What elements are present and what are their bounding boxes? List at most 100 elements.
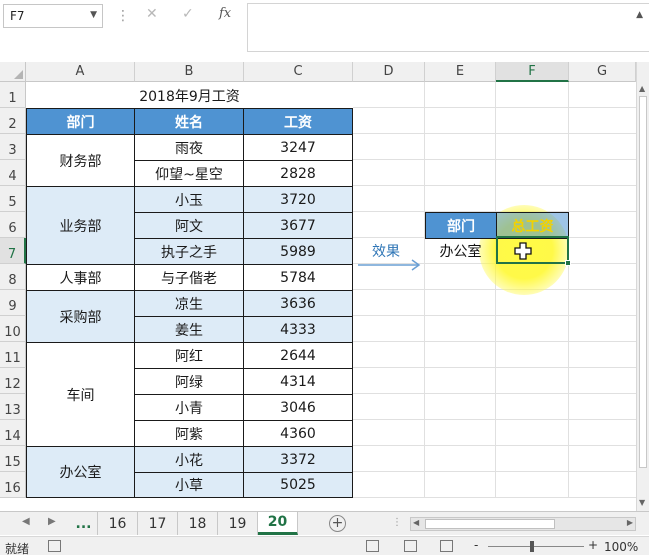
column-header-b[interactable]: B xyxy=(135,62,244,82)
header-salary[interactable]: 工资 xyxy=(243,108,353,135)
dept-cell[interactable]: 车间 xyxy=(26,342,135,447)
name-cell[interactable]: 雨夜 xyxy=(134,134,244,161)
salary-cell[interactable]: 3720 xyxy=(243,186,353,213)
sheet-tab-20[interactable]: 20 xyxy=(258,512,298,535)
sheet-title[interactable]: 2018年9月工资 xyxy=(26,82,353,108)
dept-cell[interactable]: 人事部 xyxy=(26,264,135,291)
row-header-12[interactable]: 12 xyxy=(0,368,26,394)
salary-cell[interactable]: 5025 xyxy=(243,472,353,498)
scroll-right-icon[interactable]: ▶ xyxy=(627,518,633,527)
select-all-corner[interactable] xyxy=(0,62,26,82)
column-header-g[interactable]: G xyxy=(569,62,636,82)
name-cell[interactable]: 与子偕老 xyxy=(134,264,244,291)
page-layout-view-icon[interactable] xyxy=(404,540,417,552)
row-header-4[interactable]: 4 xyxy=(0,160,26,186)
lookup-dept-value[interactable]: 办公室 xyxy=(425,238,496,264)
chevron-down-icon[interactable]: ▼ xyxy=(90,10,97,20)
column-header-f[interactable]: F xyxy=(496,62,569,82)
column-header-c[interactable]: C xyxy=(244,62,353,82)
active-cell-f7[interactable] xyxy=(496,236,569,264)
page-break-view-icon[interactable] xyxy=(440,540,453,552)
fill-handle[interactable] xyxy=(565,260,571,266)
row-header-11[interactable]: 11 xyxy=(0,342,26,368)
salary-cell[interactable]: 4314 xyxy=(243,368,353,395)
horizontal-scrollbar[interactable]: ◀ ▶ xyxy=(410,517,636,531)
salary-cell[interactable]: 5989 xyxy=(243,238,353,265)
sheet-tab-19[interactable]: 19 xyxy=(218,512,258,535)
sheet-tab-18[interactable]: 18 xyxy=(178,512,218,535)
salary-cell[interactable]: 5784 xyxy=(243,264,353,291)
header-name[interactable]: 姓名 xyxy=(134,108,244,135)
scroll-up-icon[interactable]: ▲ xyxy=(639,84,645,93)
name-cell[interactable]: 凉生 xyxy=(134,290,244,317)
insert-function-icon[interactable]: fx xyxy=(219,6,231,21)
dept-cell[interactable]: 办公室 xyxy=(26,446,135,498)
header-dept[interactable]: 部门 xyxy=(26,108,135,135)
salary-cell[interactable]: 3046 xyxy=(243,394,353,421)
normal-view-icon[interactable] xyxy=(366,540,379,552)
zoom-in-button[interactable]: + xyxy=(588,538,598,552)
row-header-14[interactable]: 14 xyxy=(0,420,26,446)
name-cell[interactable]: 执子之手 xyxy=(134,238,244,265)
expand-formula-bar-icon[interactable]: ▲ xyxy=(636,10,643,20)
zoom-level[interactable]: 100% xyxy=(604,540,638,554)
dept-cell[interactable]: 业务部 xyxy=(26,186,135,265)
column-header-a[interactable]: A xyxy=(26,62,135,82)
name-cell[interactable]: 阿文 xyxy=(134,212,244,239)
vertical-scrollbar[interactable]: ▲ ▼ xyxy=(636,62,649,512)
salary-cell[interactable]: 4360 xyxy=(243,420,353,447)
name-cell[interactable]: 小花 xyxy=(134,446,244,473)
column-header-e[interactable]: E xyxy=(425,62,496,82)
salary-cell[interactable]: 3247 xyxy=(243,134,353,161)
dept-cell[interactable]: 采购部 xyxy=(26,290,135,343)
sheet-tab-17[interactable]: 17 xyxy=(138,512,178,535)
zoom-out-button[interactable]: - xyxy=(474,538,478,552)
sheet-tab-16[interactable]: 16 xyxy=(98,512,138,535)
row-header-6[interactable]: 6 xyxy=(0,212,26,238)
vertical-scroll-thumb[interactable] xyxy=(639,96,647,468)
row-header-1[interactable]: 1 xyxy=(0,82,26,108)
salary-cell[interactable]: 2644 xyxy=(243,342,353,369)
row-header-16[interactable]: 16 xyxy=(0,472,26,498)
row-header-8[interactable]: 8 xyxy=(0,264,26,290)
salary-cell[interactable]: 3677 xyxy=(243,212,353,239)
column-header-d[interactable]: D xyxy=(353,62,425,82)
zoom-slider[interactable] xyxy=(488,546,584,547)
salary-cell[interactable]: 4333 xyxy=(243,316,353,343)
scroll-left-icon[interactable]: ◀ xyxy=(413,518,419,527)
lookup-header-total[interactable]: 总工资 xyxy=(496,212,569,239)
row-header-3[interactable]: 3 xyxy=(0,134,26,160)
add-sheet-icon[interactable]: + xyxy=(329,515,346,532)
horizontal-scroll-thumb[interactable] xyxy=(425,519,555,529)
more-sheets[interactable]: ... xyxy=(70,512,98,535)
tab-split-handle-icon[interactable]: ⋮ xyxy=(392,517,402,528)
macro-record-icon[interactable] xyxy=(48,540,61,552)
name-cell[interactable]: 小草 xyxy=(134,472,244,498)
formula-input[interactable]: ▲ xyxy=(247,3,649,52)
name-cell[interactable]: 仰望~星空 xyxy=(134,160,244,187)
salary-cell[interactable]: 3372 xyxy=(243,446,353,473)
zoom-slider-thumb[interactable] xyxy=(530,541,534,552)
name-cell[interactable]: 阿紫 xyxy=(134,420,244,447)
prev-sheet-icon[interactable]: ◀ xyxy=(22,516,30,527)
row-header-9[interactable]: 9 xyxy=(0,290,26,316)
name-cell[interactable]: 阿红 xyxy=(134,342,244,369)
scroll-down-icon[interactable]: ▼ xyxy=(639,498,645,507)
row-header-15[interactable]: 15 xyxy=(0,446,26,472)
next-sheet-icon[interactable]: ▶ xyxy=(48,516,56,527)
name-cell[interactable]: 姜生 xyxy=(134,316,244,343)
salary-cell[interactable]: 2828 xyxy=(243,160,353,187)
row-header-10[interactable]: 10 xyxy=(0,316,26,342)
row-header-7[interactable]: 7 xyxy=(0,238,26,264)
row-header-2[interactable]: 2 xyxy=(0,108,26,134)
name-cell[interactable]: 阿绿 xyxy=(134,368,244,395)
row-header-5[interactable]: 5 xyxy=(0,186,26,212)
name-box[interactable]: F7 ▼ xyxy=(3,4,103,28)
cancel-icon[interactable]: ✕ xyxy=(146,6,158,22)
dept-cell[interactable]: 财务部 xyxy=(26,134,135,187)
salary-cell[interactable]: 3636 xyxy=(243,290,353,317)
lookup-header-dept[interactable]: 部门 xyxy=(425,212,497,239)
name-cell[interactable]: 小青 xyxy=(134,394,244,421)
name-cell[interactable]: 小玉 xyxy=(134,186,244,213)
row-header-13[interactable]: 13 xyxy=(0,394,26,420)
